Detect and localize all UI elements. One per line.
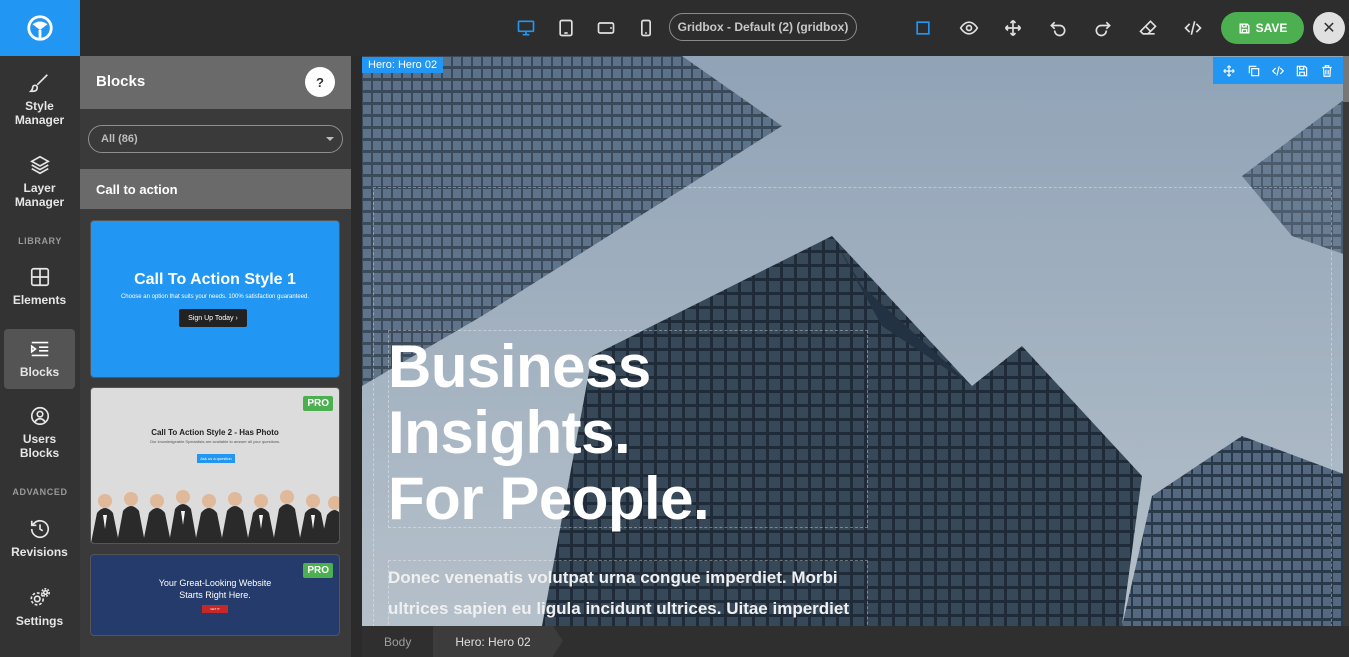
brush-icon [28, 74, 48, 93]
sidebar-item-label: Revisions [11, 545, 68, 559]
block-thumbnail-cta-3[interactable]: PRO Your Great-Looking Website Starts Ri… [90, 554, 340, 636]
library-section-heading: LIBRARY [18, 236, 62, 246]
sidebar-item-label: Layer Manager [14, 181, 65, 209]
blocks-list-icon [30, 341, 48, 357]
desktop-view-icon[interactable] [514, 16, 538, 40]
layers-icon [29, 155, 50, 175]
gridbox-editor: Gridbox - Default (2) (gridbox) SAVE ✕ S… [0, 0, 1349, 657]
advanced-section-heading: ADVANCED [12, 487, 68, 497]
close-icon: ✕ [1322, 20, 1336, 37]
panel-title: Blocks [96, 73, 146, 90]
sidebar-item-label: Style Manager [14, 99, 65, 127]
breadcrumb-item-body[interactable]: Body [362, 626, 444, 657]
grid-icon [30, 267, 49, 287]
move-arrows-icon[interactable] [1001, 16, 1025, 40]
section-label[interactable]: Hero: Hero 02 [362, 57, 444, 73]
sidebar-item-label: Blocks [19, 365, 60, 379]
breadcrumb-item-hero[interactable]: Hero: Hero 02 [433, 626, 563, 657]
user-circle-icon [30, 406, 49, 426]
block-button: Ask us a question [197, 454, 235, 463]
tablet-view-icon[interactable] [554, 16, 578, 40]
blocks-filter-select[interactable]: All (86) [88, 125, 343, 153]
breadcrumb: Body Hero: Hero 02 [362, 626, 1349, 657]
panel-scrollbar[interactable] [351, 56, 360, 657]
block-button: Sign Up Today › [179, 309, 247, 327]
page-canvas[interactable]: Hero: Hero 02 Business Insights. For Peo… [362, 56, 1349, 626]
filter-value: All (86) [101, 133, 138, 145]
block-thumbnail-cta-1[interactable]: Call To Action Style 1 Choose an option … [90, 220, 340, 378]
select-frame-icon[interactable] [911, 16, 935, 40]
team-photo-illustration [91, 473, 339, 543]
blocks-panel: Blocks ? All (86) Call to action Call To… [80, 56, 360, 657]
sidebar-item-label: Users Blocks [19, 432, 60, 460]
sidebar-item-settings[interactable]: Settings [4, 587, 75, 628]
mobile-view-icon[interactable] [634, 16, 658, 40]
sidebar-item-users-blocks[interactable]: Users Blocks [4, 405, 75, 460]
save-button-label: SAVE [1255, 21, 1288, 35]
sidebar-item-label: Settings [15, 614, 64, 628]
gridbox-logo[interactable] [0, 0, 80, 56]
gears-icon [29, 588, 50, 606]
block-button: GET IT [202, 605, 228, 613]
breadcrumb-label: Hero: Hero 02 [455, 634, 531, 649]
section-toolbar [1213, 57, 1343, 84]
sidebar-item-elements[interactable]: Elements [4, 266, 75, 307]
canvas-scrollbar[interactable] [1343, 56, 1349, 626]
floppy-disk-icon [1239, 22, 1250, 34]
theme-preset-select[interactable]: Gridbox - Default (2) (gridbox) [669, 13, 857, 41]
hero-paragraph[interactable]: Donec venenatis volutpat urna congue imp… [388, 562, 858, 624]
canvas-scrollbar-thumb[interactable] [1343, 56, 1349, 102]
tablet-landscape-view-icon[interactable] [594, 16, 618, 40]
sidebar-item-label: Elements [12, 293, 67, 307]
save-button[interactable]: SAVE [1221, 12, 1304, 44]
pro-badge: PRO [303, 563, 333, 578]
help-button[interactable]: ? [305, 67, 335, 97]
move-icon[interactable] [1221, 63, 1237, 79]
redo-icon[interactable] [1091, 16, 1115, 40]
chevron-right-icon [552, 626, 563, 656]
sidebar-item-layer-manager[interactable]: Layer Manager [4, 154, 75, 209]
duplicate-icon[interactable] [1246, 63, 1262, 79]
code-icon[interactable] [1181, 16, 1205, 40]
block-subtitle: Choose an option that suits your needs. … [120, 294, 310, 300]
undo-icon[interactable] [1046, 16, 1070, 40]
save-block-icon[interactable] [1294, 63, 1310, 79]
history-icon [30, 520, 49, 539]
sidebar-item-revisions[interactable]: Revisions [4, 518, 75, 559]
block-title: Call To Action Style 1 [134, 271, 296, 288]
gridbox-logo-icon [27, 15, 53, 41]
close-editor-button[interactable]: ✕ [1313, 12, 1345, 44]
block-title: Your Great-Looking Website Starts Right … [158, 578, 272, 600]
panel-header: Blocks ? [80, 56, 351, 109]
breadcrumb-label: Body [384, 634, 412, 649]
hero-heading[interactable]: Business Insights. For People. [388, 334, 710, 532]
chevron-down-icon [326, 137, 334, 141]
top-toolbar: Gridbox - Default (2) (gridbox) SAVE ✕ [0, 0, 1349, 56]
block-thumbnail-cta-2[interactable]: PRO Call To Action Style 2 - Has Photo O… [90, 387, 340, 544]
sidebar-item-blocks[interactable]: Blocks [4, 329, 75, 389]
category-heading[interactable]: Call to action [80, 169, 351, 209]
eraser-icon[interactable] [1136, 16, 1160, 40]
block-subtitle: Our knowledgeable Specialists are availa… [149, 439, 281, 444]
left-sidebar: Style Manager Layer Manager LIBRARY Elem… [0, 56, 80, 657]
pro-badge: PRO [303, 396, 333, 411]
sidebar-item-style-manager[interactable]: Style Manager [4, 72, 75, 127]
block-title: Call To Action Style 2 - Has Photo [151, 428, 279, 437]
trash-icon[interactable] [1319, 63, 1335, 79]
code-icon[interactable] [1270, 63, 1286, 79]
preview-eye-icon[interactable] [957, 16, 981, 40]
